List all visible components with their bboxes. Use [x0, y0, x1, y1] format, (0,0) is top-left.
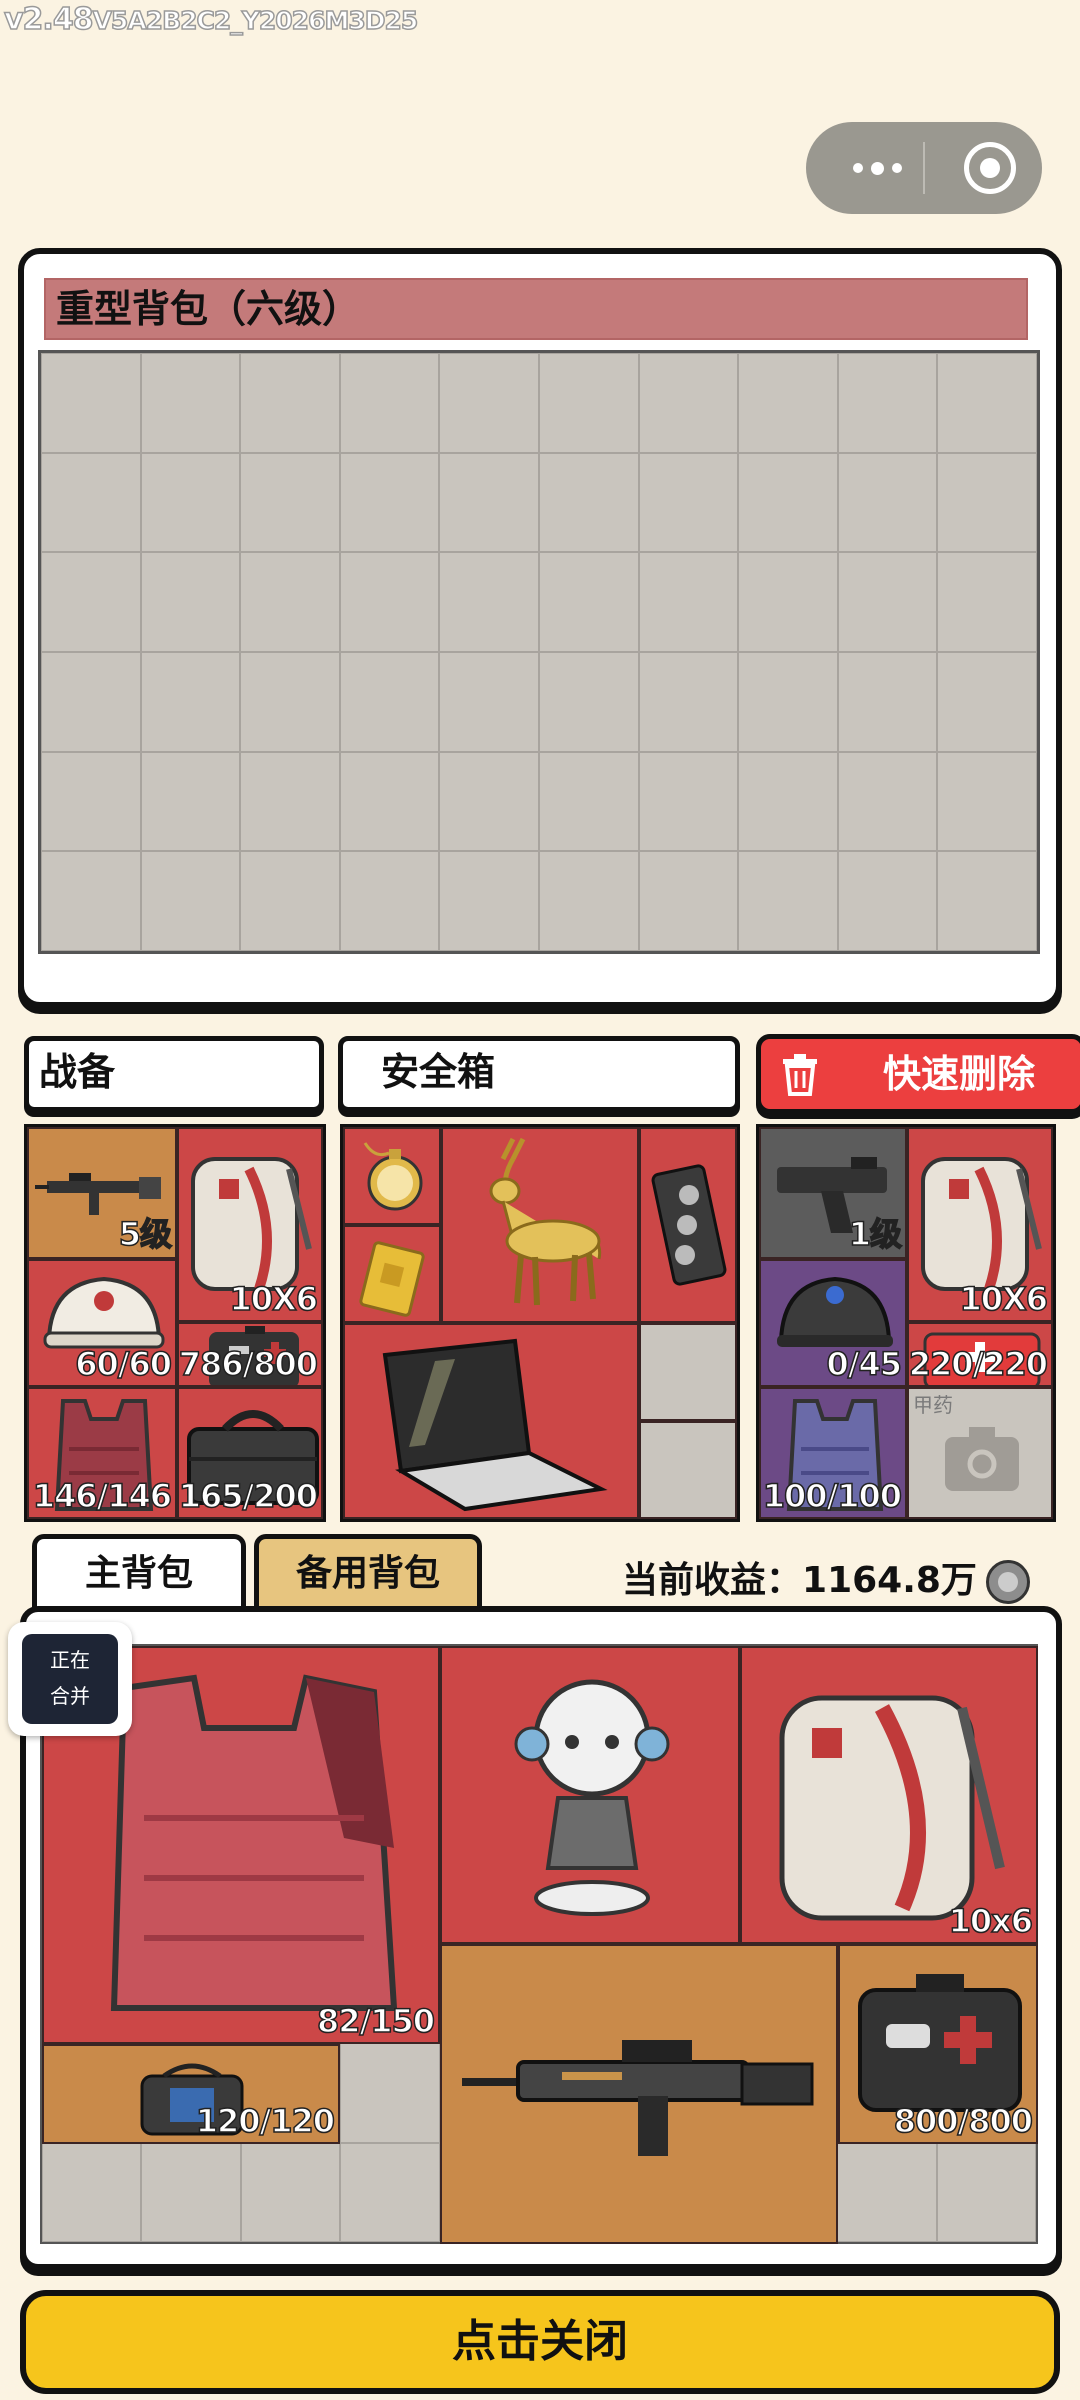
close-target-icon[interactable] [964, 142, 1016, 194]
equipment-slot-medkit[interactable]: 786/800 [177, 1322, 323, 1387]
loot-medkit-amount: 220/220 [908, 1344, 1049, 1384]
coin-icon [986, 1560, 1030, 1604]
bag-capacity: 165/200 [178, 1476, 319, 1516]
safe-slot-empty[interactable] [639, 1323, 737, 1421]
capsule-divider [923, 142, 925, 194]
earnings-label: 当前收益： [622, 1560, 803, 1601]
equipment-header: 战备 [24, 1036, 324, 1112]
current-earnings: 当前收益：1164.8万 [622, 1556, 977, 1606]
heavy-backpack-grid[interactable] [38, 350, 1040, 954]
loot-backpack-size: 10X6 [959, 1279, 1049, 1319]
rifle-icon [462, 2040, 814, 2156]
loot-slot-backpack[interactable]: 10X6 [907, 1127, 1053, 1322]
backpack-icon [779, 1695, 1005, 1921]
weapon-level: 5级 [118, 1214, 173, 1254]
tab-main-backpack[interactable]: 主背包 [32, 1534, 246, 1616]
version-label: v2.48V5A2B2C2_Y2026M3D25 [3, 1, 419, 38]
loot-slot-weapon[interactable]: 1级 [759, 1127, 907, 1259]
loot-weapon-level: 1级 [848, 1214, 903, 1254]
backpack-item-bag[interactable]: 120/120 [42, 2044, 340, 2144]
gold-deer-icon [489, 1137, 602, 1306]
quick-delete-button[interactable]: 快速删除 [756, 1034, 1080, 1114]
version-number: v2.48 [3, 1, 94, 38]
loot-armor-durability: 100/100 [762, 1476, 903, 1516]
backpack-size: 10x6 [948, 1901, 1034, 1941]
merging-badge-line2: 合并 [50, 1684, 90, 1708]
armor-durability: 82/150 [316, 2001, 436, 2041]
safe-slot-laptop[interactable] [343, 1323, 639, 1519]
trash-icon [783, 1054, 817, 1096]
safe-slot-gold-deer[interactable] [441, 1127, 639, 1323]
helmet-durability: 60/60 [75, 1344, 173, 1384]
backpack-item-robot[interactable] [440, 1646, 740, 1944]
merging-badge-image: 正在 合并 [22, 1634, 118, 1724]
equipment-slot-bag[interactable]: 165/200 [177, 1387, 323, 1519]
backpack-item-medkit[interactable]: 800/800 [838, 1944, 1038, 2144]
equipment-slot-backpack[interactable]: 10X6 [177, 1127, 323, 1322]
safe-slot-pocket-watch[interactable] [343, 1127, 441, 1225]
backpack-size: 10X6 [229, 1279, 319, 1319]
laptop-icon [382, 1338, 608, 1512]
robot-icon [514, 1679, 670, 1916]
equipment-slot-weapon[interactable]: 5级 [27, 1127, 177, 1259]
pocket-watch-icon [363, 1142, 423, 1211]
close-button[interactable]: 点击关闭 [20, 2290, 1060, 2394]
safe-slot-gold-bar[interactable] [343, 1225, 441, 1323]
medkit-amount: 800/800 [893, 2101, 1034, 2141]
medkit-amount: 786/800 [178, 1344, 319, 1384]
quick-delete-label: 快速删除 [883, 1052, 1036, 1096]
loot-slot-medicine-empty[interactable]: 甲药 [907, 1387, 1053, 1519]
miniprogram-capsule [806, 122, 1042, 214]
loot-equipment-panel: 1级 10X6 0/45 220/220 100/100 甲药 [756, 1124, 1056, 1522]
tab-spare-backpack[interactable]: 备用背包 [254, 1534, 482, 1616]
safe-box-panel [340, 1124, 740, 1522]
safe-slot-graphics-card[interactable] [639, 1127, 737, 1323]
backpack-item-backpack[interactable]: 10x6 [740, 1646, 1038, 1944]
equipment-slot-armor[interactable]: 146/146 [27, 1387, 177, 1519]
more-icon[interactable] [842, 148, 912, 188]
loot-slot-helmet[interactable]: 0/45 [759, 1259, 907, 1387]
build-string: V5A2B2C2_Y2026M3D25 [92, 5, 419, 36]
merging-badge[interactable]: 正在 合并 [8, 1622, 132, 1736]
equipment-slot-helmet[interactable]: 60/60 [27, 1259, 177, 1387]
medicine-slot-label: 甲药 [913, 1393, 953, 1417]
safe-slot-empty[interactable] [639, 1421, 737, 1519]
loot-helmet-durability: 0/45 [826, 1344, 903, 1384]
bag-capacity: 120/120 [195, 2101, 336, 2141]
armor-durability: 146/146 [32, 1476, 173, 1516]
equipment-panel: 5级 10X6 60/60 786/800 146/146 165/200 [24, 1124, 326, 1522]
safe-box-header: 安全箱 [338, 1036, 740, 1112]
loot-slot-medkit[interactable]: 220/220 [907, 1322, 1053, 1387]
earnings-value: 1164.8万 [802, 1560, 977, 1601]
loot-slot-armor[interactable]: 100/100 [759, 1387, 907, 1519]
merging-badge-line1: 正在 [50, 1648, 90, 1672]
heavy-backpack-title: 重型背包（六级） [56, 287, 361, 331]
gold-bar-icon [359, 1241, 425, 1317]
graphics-card-icon [651, 1164, 727, 1286]
backpack-item-rifle[interactable] [440, 1944, 838, 2244]
